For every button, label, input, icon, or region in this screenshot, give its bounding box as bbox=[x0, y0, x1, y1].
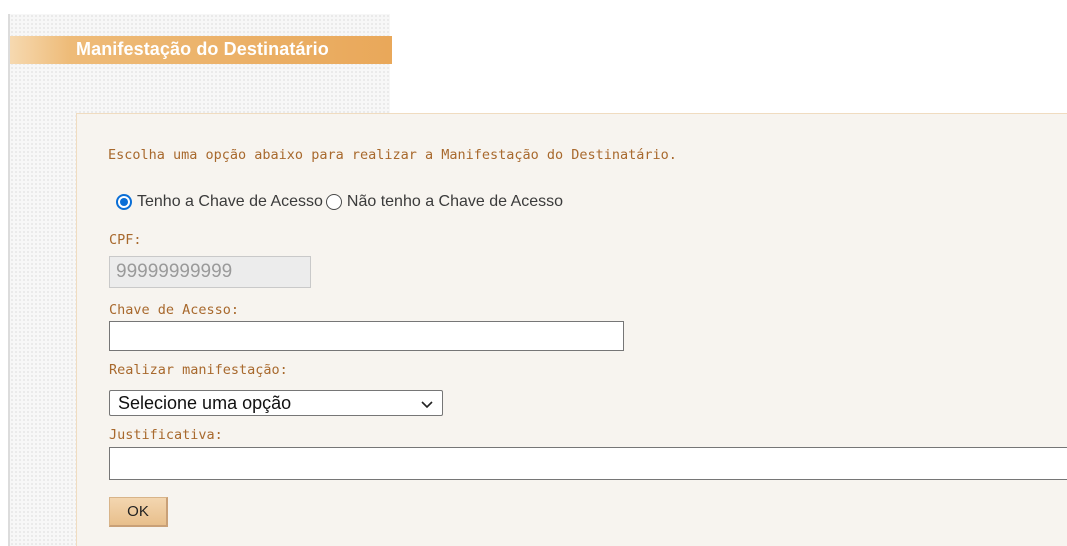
justification-field[interactable] bbox=[109, 447, 1067, 480]
justification-label: Justificativa: bbox=[109, 427, 223, 443]
radio-has-access-key-label[interactable]: Tenho a Chave de Acesso bbox=[137, 193, 323, 211]
manifestation-select-value: Selecione uma opção bbox=[118, 393, 292, 413]
cpf-field[interactable] bbox=[109, 256, 311, 288]
access-key-field[interactable] bbox=[109, 321, 624, 351]
radio-no-access-key-label[interactable]: Não tenho a Chave de Acesso bbox=[347, 193, 563, 211]
chevron-down-icon bbox=[420, 394, 434, 410]
instruction-text: Escolha uma opção abaixo para realizar a… bbox=[108, 147, 677, 163]
manifestation-label: Realizar manifestação: bbox=[109, 362, 288, 378]
access-key-label: Chave de Acesso: bbox=[109, 302, 240, 318]
page-title: Manifestação do Destinatário bbox=[76, 39, 329, 59]
ok-button[interactable]: OK bbox=[109, 497, 168, 527]
manifestation-select[interactable]: Selecione uma opção bbox=[109, 390, 443, 416]
cpf-label: CPF: bbox=[109, 232, 142, 248]
radio-has-access-key[interactable] bbox=[116, 194, 132, 210]
radio-no-access-key[interactable] bbox=[325, 194, 342, 210]
access-key-radio-group: Tenho a Chave de Acesso Não tenho a Chav… bbox=[116, 192, 566, 212]
